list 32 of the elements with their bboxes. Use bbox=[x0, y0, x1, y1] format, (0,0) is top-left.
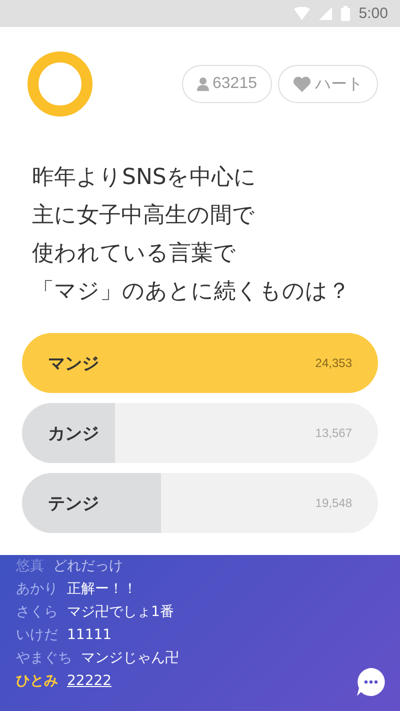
chat-username: あかり bbox=[16, 580, 58, 599]
chat-message: 11111 bbox=[67, 626, 112, 645]
heart-icon bbox=[293, 76, 311, 92]
ring-logo-icon bbox=[27, 51, 93, 117]
wifi-icon bbox=[294, 7, 310, 20]
speech-bubble-icon bbox=[356, 667, 386, 697]
clock-time: 5:00 bbox=[358, 5, 388, 22]
vote-count: 19,548 bbox=[315, 496, 352, 510]
answer-option[interactable]: テンジ 19,548 bbox=[22, 473, 378, 533]
answer-label: テンジ bbox=[48, 492, 99, 514]
chat-message: 正解ー！！ bbox=[67, 580, 137, 599]
chat-message: どれだっけ bbox=[53, 557, 123, 576]
chat-username: ひとみ bbox=[16, 672, 58, 691]
chat-username: いけだ bbox=[16, 626, 58, 645]
chat-username: やまぐち bbox=[16, 649, 72, 668]
chat-username: 悠真 bbox=[16, 557, 44, 576]
answer-label: カンジ bbox=[48, 422, 99, 444]
chat-message: マンジじゃん卍 bbox=[81, 649, 179, 668]
chat-message: マジ卍でしょ1番 bbox=[67, 603, 174, 622]
signal-icon bbox=[318, 7, 332, 20]
answer-label: マンジ bbox=[48, 352, 99, 374]
battery-icon bbox=[340, 6, 350, 21]
question-text: 昨年よりSNSを中心に 主に女子中高生の間で 使われている言葉で 「マジ」のあとに続くものは？ bbox=[31, 164, 351, 306]
answer-option[interactable]: カンジ 13,567 bbox=[22, 403, 378, 463]
chat-username: さくら bbox=[16, 603, 58, 622]
person-icon bbox=[196, 77, 208, 91]
vote-count: 24,353 bbox=[315, 356, 352, 370]
vote-count: 13,567 bbox=[315, 426, 352, 440]
chat-button[interactable] bbox=[356, 667, 386, 697]
answer-option[interactable]: マンジ 24,353 bbox=[22, 333, 378, 393]
player-count: 63215 bbox=[212, 75, 257, 93]
chat-message: 22222 bbox=[67, 672, 112, 691]
